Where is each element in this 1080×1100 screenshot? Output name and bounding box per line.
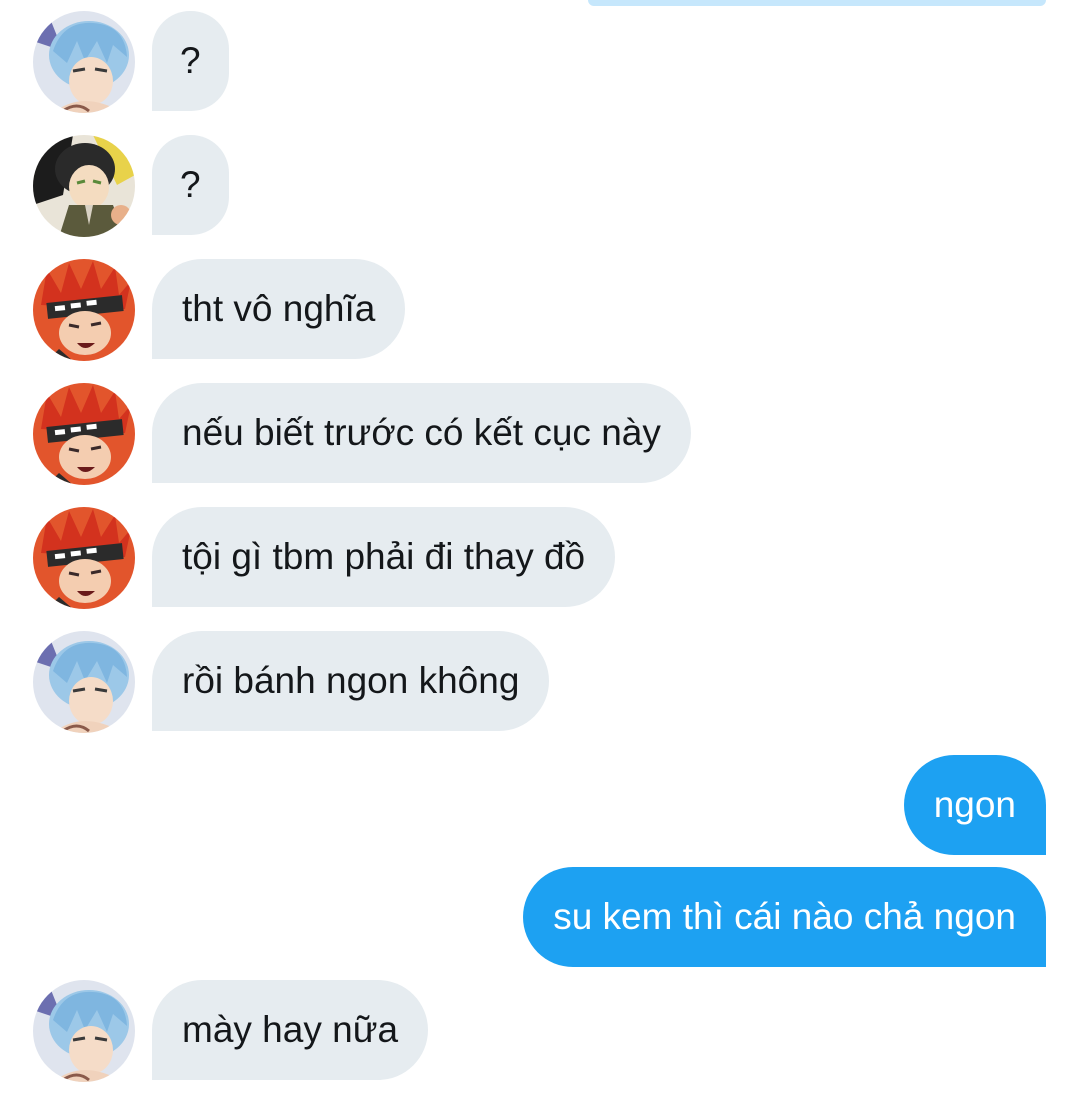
message-row: rồi bánh ngon không: [0, 631, 1080, 733]
message-row: nếu biết trước có kết cục này: [0, 383, 1080, 485]
blue-hair-avatar-icon[interactable]: [33, 980, 135, 1082]
incoming-message-bubble[interactable]: ?: [152, 11, 229, 111]
incoming-message-bubble[interactable]: ?: [152, 135, 229, 235]
outgoing-message-bubble[interactable]: ngon: [903, 755, 1046, 855]
red-hair-avatar-icon[interactable]: [33, 383, 135, 485]
blue-hair-avatar-icon[interactable]: [33, 11, 135, 113]
incoming-message-bubble[interactable]: mày hay nữa: [152, 980, 429, 1080]
message-row: ?: [0, 135, 1080, 237]
incoming-message-bubble[interactable]: nếu biết trước có kết cục này: [152, 383, 691, 483]
message-row: tht vô nghĩa: [0, 259, 1080, 361]
outgoing-message-bubble[interactable]: su kem thì cái nào chả ngon: [523, 867, 1046, 967]
message-row: su kem thì cái nào chả ngon: [0, 867, 1080, 967]
blue-hair-avatar-icon[interactable]: [33, 631, 135, 733]
message-row: ngon: [0, 755, 1080, 855]
red-hair-avatar-icon[interactable]: [33, 507, 135, 609]
incoming-message-bubble[interactable]: tội gì tbm phải đi thay đồ: [152, 507, 616, 607]
incoming-message-bubble[interactable]: tht vô nghĩa: [152, 259, 406, 359]
message-row: mày hay nữa: [0, 980, 1080, 1082]
green-hair-avatar-icon[interactable]: [33, 135, 135, 237]
message-row: tội gì tbm phải đi thay đồ: [0, 507, 1080, 609]
previous-message-edge: [588, 0, 1046, 6]
message-row: ?: [0, 11, 1080, 113]
incoming-message-bubble[interactable]: rồi bánh ngon không: [152, 631, 550, 731]
red-hair-avatar-icon[interactable]: [33, 259, 135, 361]
